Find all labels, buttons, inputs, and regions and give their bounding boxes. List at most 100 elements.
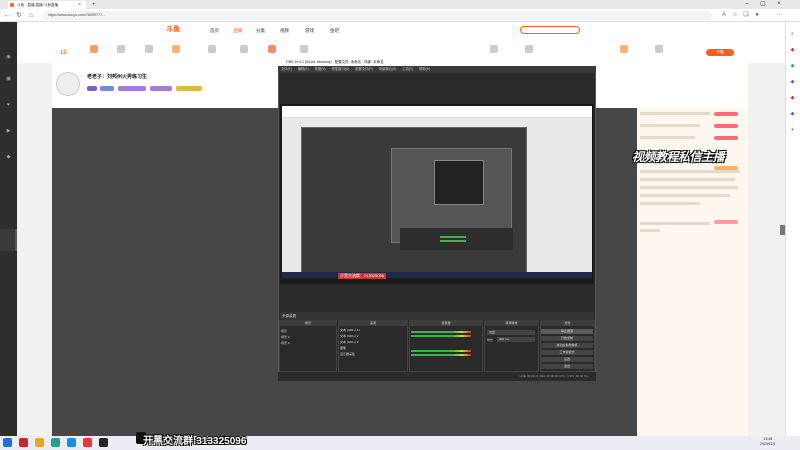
- taskbar-app-icon[interactable]: [51, 438, 60, 447]
- source-item[interactable]: 文本 (GDI+) 11: [340, 328, 360, 332]
- taskbar-folder-icon[interactable]: [35, 438, 44, 447]
- collapse-arrow-icon[interactable]: [780, 225, 785, 235]
- lottery-icon[interactable]: [268, 45, 276, 53]
- duration-input[interactable]: 300 ms: [497, 337, 535, 342]
- system-clock[interactable]: 13:48 2023/12/1: [760, 437, 776, 447]
- new-tab-icon[interactable]: +: [92, 1, 96, 9]
- taskbar-app-icon[interactable]: [19, 438, 28, 447]
- clock-date: 2023/12/1: [760, 442, 776, 446]
- search-input[interactable]: [520, 26, 580, 34]
- taskbar-app-icon[interactable]: [83, 438, 92, 447]
- scene-item[interactable]: 场景 3: [281, 341, 290, 345]
- settings-button[interactable]: 设置: [541, 357, 593, 362]
- controls-dock-header: 控件: [540, 320, 595, 326]
- share-icon[interactable]: [525, 45, 533, 53]
- virtual-camera-button[interactable]: 启动虚拟摄像机: [541, 343, 593, 348]
- studio-mode-button[interactable]: 工作室模式: [541, 350, 593, 355]
- obs-menu-item[interactable]: 帮助(H): [419, 67, 430, 71]
- minimize-icon[interactable]: –: [740, 0, 754, 9]
- mixer-dock: [409, 320, 483, 372]
- captured-header: [282, 106, 592, 118]
- side-tools-icon[interactable]: ◆: [786, 62, 799, 70]
- source-item[interactable]: 图像: [340, 346, 346, 350]
- back-icon[interactable]: ←: [2, 9, 12, 22]
- taskbar-edge-icon[interactable]: [67, 438, 76, 447]
- obs-menu-item[interactable]: 视图(V): [315, 67, 326, 71]
- user-level: 12: [60, 50, 67, 56]
- noble-icon[interactable]: [208, 45, 216, 53]
- scenes-dock-header: 场景: [279, 320, 337, 326]
- source-item[interactable]: 显示器采集: [340, 352, 355, 356]
- exit-button[interactable]: 退出: [541, 364, 593, 369]
- voice-icon[interactable]: [655, 45, 663, 53]
- side-games-icon[interactable]: ◆: [786, 78, 799, 86]
- home-icon[interactable]: ⌂: [26, 9, 36, 22]
- url-field[interactable]: https://www.douyu.com/7605977?...: [42, 11, 712, 20]
- streamer-avatar[interactable]: [56, 72, 80, 96]
- sidebar-collapse-tab[interactable]: [0, 229, 17, 251]
- sidebar-game-icon[interactable]: ◆: [0, 150, 17, 164]
- desktop-audio-meter: [411, 331, 471, 333]
- side-search-icon[interactable]: ⌕: [786, 30, 799, 38]
- obs-menu-item[interactable]: 编辑(E): [298, 67, 309, 71]
- gift-icon[interactable]: [90, 45, 98, 53]
- close-window-icon[interactable]: ×: [772, 0, 786, 9]
- nav-home[interactable]: 首页: [210, 27, 219, 34]
- start-icon[interactable]: [3, 438, 12, 447]
- obs-menu-item[interactable]: 配置文件(P): [355, 67, 373, 71]
- nav-live[interactable]: 直播: [233, 27, 242, 34]
- transition-select[interactable]: 淡出: [487, 330, 535, 335]
- task-icon[interactable]: [117, 45, 125, 53]
- refresh-icon[interactable]: ↻: [14, 9, 24, 22]
- start-recording-button[interactable]: 开始录制: [541, 336, 593, 341]
- scene-item[interactable]: 场景 2: [281, 335, 290, 339]
- obs-menu-item[interactable]: 停靠窗口(D): [332, 67, 350, 71]
- fans-icon[interactable]: [172, 45, 180, 53]
- sidebar-video-icon[interactable]: ▶: [0, 124, 17, 138]
- stop-streaming-button[interactable]: 停止推流: [541, 329, 593, 334]
- obs-menu-item[interactable]: 工具(T): [402, 67, 413, 71]
- favorites-star-icon[interactable]: ☆: [731, 11, 739, 19]
- captured-obs-nested: [434, 160, 484, 205]
- nav-category[interactable]: 分类: [256, 27, 265, 34]
- obs-menu-item[interactable]: 场景集合(S): [379, 67, 397, 71]
- douyu-logo[interactable]: 斗鱼: [166, 25, 192, 35]
- rank2-icon[interactable]: [490, 45, 498, 53]
- sidebar-home-icon[interactable]: ◉: [0, 50, 17, 64]
- nav-video[interactable]: 视频: [280, 27, 289, 34]
- activity-icon[interactable]: [240, 45, 248, 53]
- side-add-icon[interactable]: +: [786, 126, 799, 134]
- obs-menu-item[interactable]: 文件(F): [281, 67, 292, 71]
- badge-tag: [100, 86, 114, 91]
- taskbar-obs-icon[interactable]: [99, 438, 108, 447]
- pet-icon[interactable]: [620, 45, 628, 53]
- collections-icon[interactable]: ❏: [742, 11, 750, 19]
- source-item[interactable]: 文本 (GDI+) 3: [340, 340, 358, 344]
- obs-title-bar: OBS 29.0.2 (64-bit, windows) - 配置文件: 未命名…: [278, 58, 596, 66]
- sidebar-follow-icon[interactable]: ♥: [0, 98, 17, 112]
- mixer-dock-header: 混音器: [409, 320, 483, 326]
- maximize-icon[interactable]: ▢: [756, 0, 770, 9]
- source-item[interactable]: 文本 (GDI+) 2: [340, 334, 358, 338]
- open-live-button[interactable]: 开播: [706, 49, 734, 56]
- chat-line: [640, 194, 730, 197]
- side-office-icon[interactable]: ◆: [786, 94, 799, 102]
- chat-badge: [714, 112, 738, 116]
- more-menu-icon[interactable]: ⋯: [775, 11, 783, 19]
- browser-tab[interactable]: 斗鱼 - 直播 直播 斗鱼直播: [8, 1, 86, 9]
- room-subtitle: ...: [87, 81, 90, 85]
- side-shopping-icon[interactable]: ◆: [786, 46, 799, 54]
- scene-item[interactable]: 场景: [281, 329, 287, 333]
- nav-game[interactable]: 游戏: [305, 27, 314, 34]
- profile-icon[interactable]: ●: [753, 11, 761, 19]
- shop-icon[interactable]: [300, 45, 308, 53]
- windows-taskbar: [0, 436, 800, 450]
- obs-menu-bar: 文件(F) 编辑(E) 视图(V) 停靠窗口(D) 配置文件(P) 场景集合(S…: [278, 66, 596, 73]
- side-outlook-icon[interactable]: ◆: [786, 110, 799, 118]
- read-aloud-icon[interactable]: A: [720, 11, 728, 19]
- desktop-audio-meter: [411, 335, 471, 337]
- tab-close-icon[interactable]: ×: [78, 1, 81, 9]
- sidebar-live-icon[interactable]: ▣: [0, 72, 17, 86]
- nav-fishbar[interactable]: 鱼吧: [330, 27, 339, 34]
- rank-icon[interactable]: [145, 45, 153, 53]
